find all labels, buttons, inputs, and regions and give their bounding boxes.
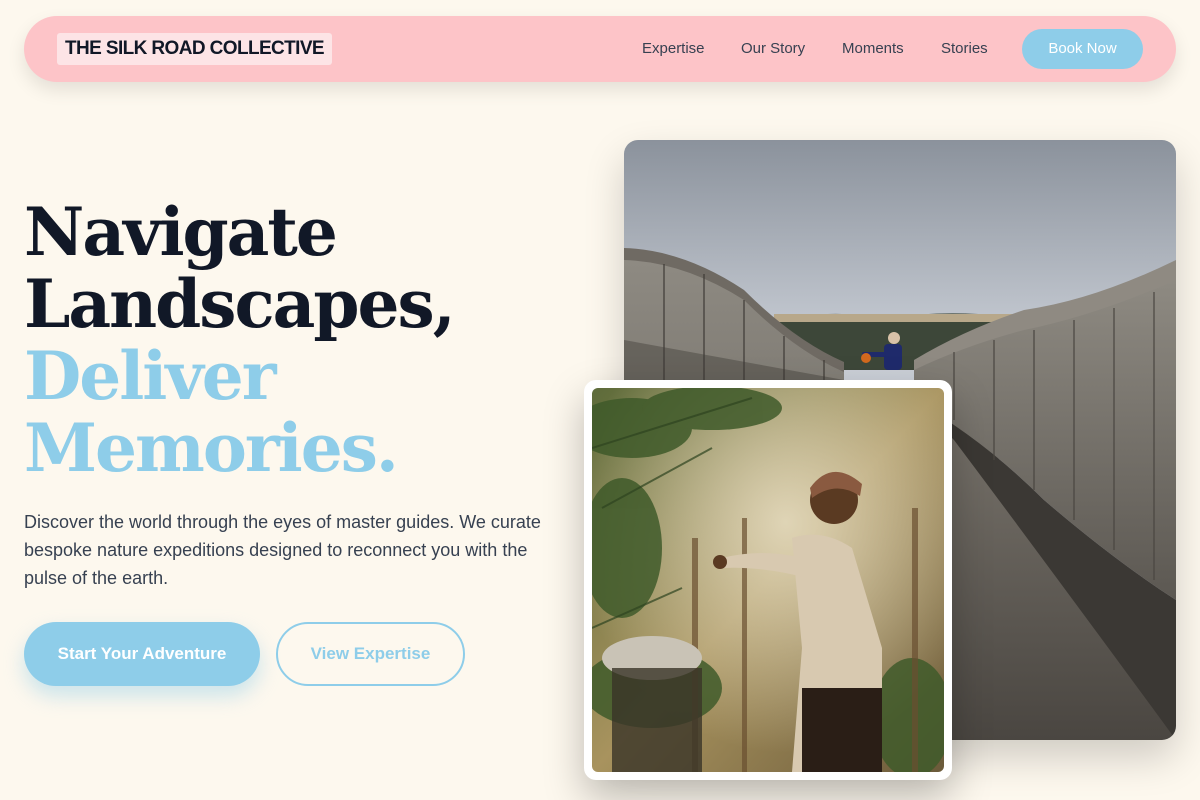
guide-illustration [592,388,944,772]
start-adventure-button[interactable]: Start Your Adventure [24,622,260,686]
nav-link-stories[interactable]: Stories [941,38,988,60]
book-now-button[interactable]: Book Now [1022,29,1143,69]
headline-line-3: Deliver [24,337,276,415]
hero-headline: Navigate Landscapes, Deliver Memories. [24,193,456,487]
view-expertise-button[interactable]: View Expertise [276,622,465,686]
headline-line-2: Landscapes, [24,265,456,343]
guide-portrait-photo [584,380,952,780]
brand-logo[interactable]: THE SILK ROAD COLLECTIVE [57,33,332,65]
headline-line-4: Memories. [24,409,399,487]
hero-lead-paragraph: Discover the world through the eyes of m… [24,512,541,588]
headline-line-1: Navigate [24,193,338,271]
nav-link-expertise[interactable]: Expertise [642,38,705,60]
top-navbar: THE SILK ROAD COLLECTIVE Expertise Our S… [24,16,1176,82]
nav-link-our-story[interactable]: Our Story [741,38,805,60]
nav-link-moments[interactable]: Moments [842,38,904,60]
